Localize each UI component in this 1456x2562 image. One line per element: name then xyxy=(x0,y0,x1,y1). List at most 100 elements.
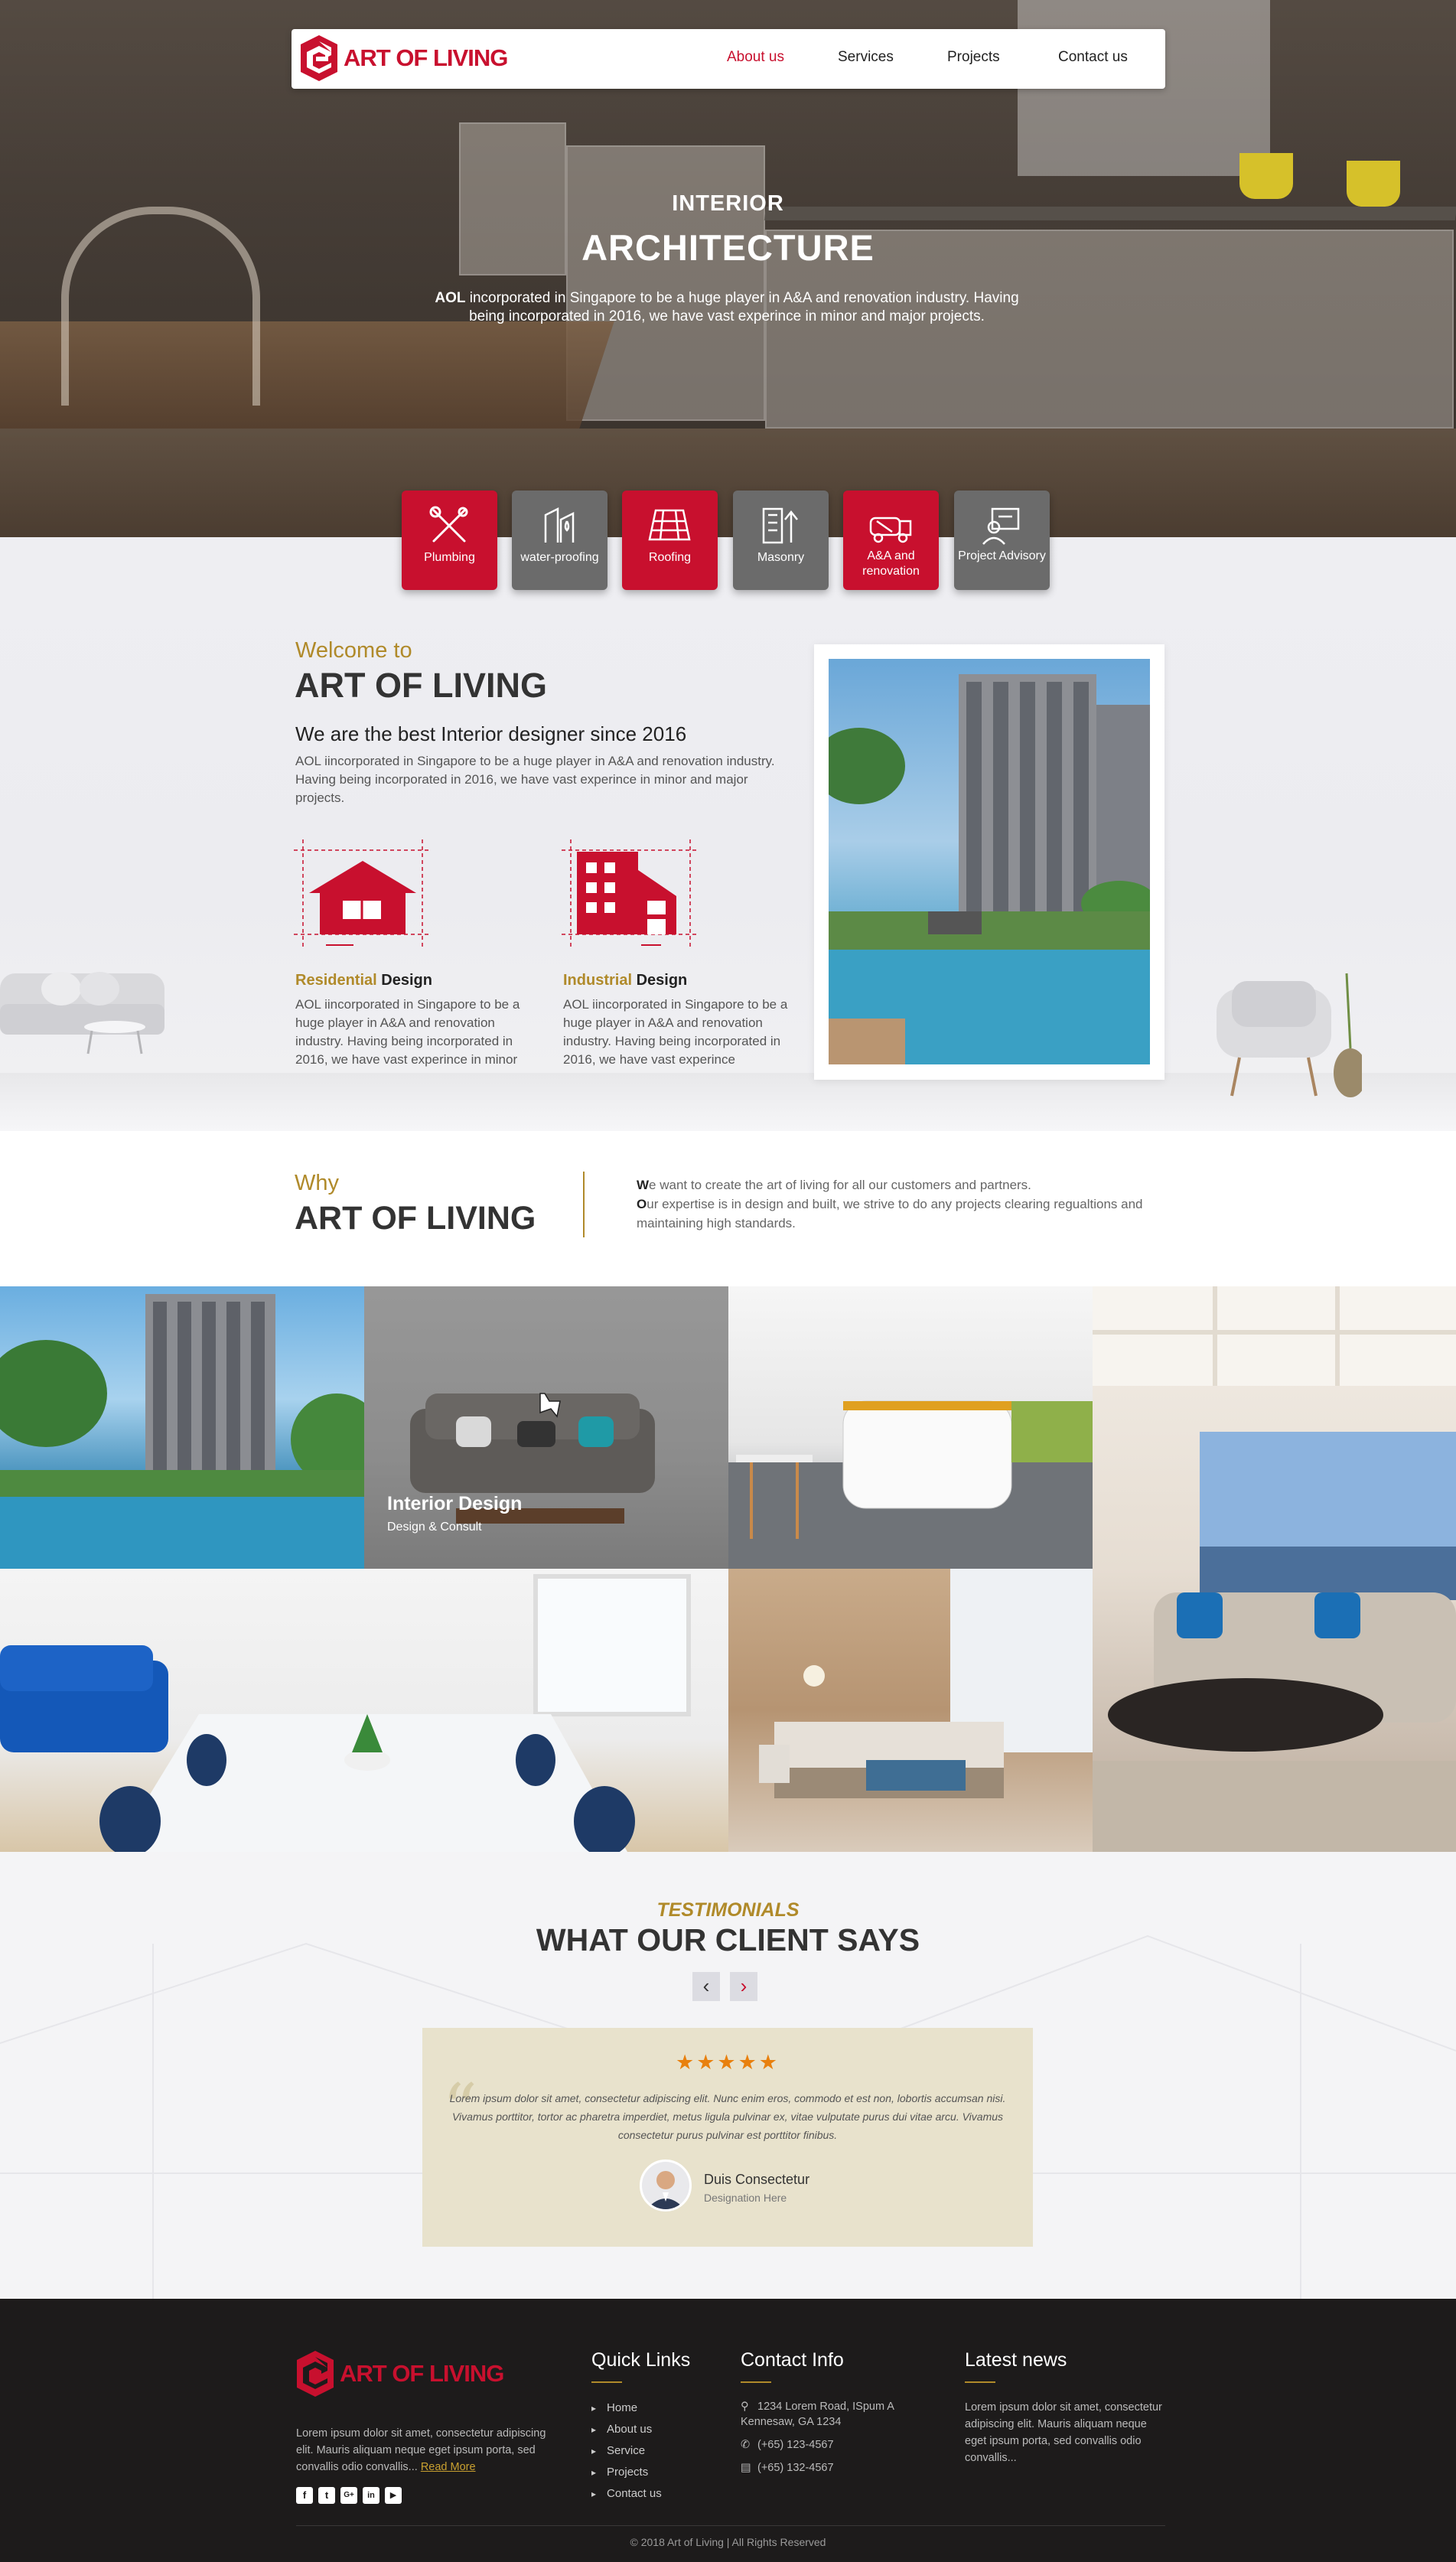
why-kicker: Why xyxy=(295,1171,339,1195)
residential-description: AOL iincorporated in Singapore to be a h… xyxy=(295,997,520,1067)
site-footer xyxy=(0,2299,1456,2562)
nav-projects[interactable]: Projects xyxy=(947,49,1000,66)
testimonials-kicker: TESTIMONIALS xyxy=(656,1899,800,1921)
footer-phone: ✆ (+65) 123-4567 xyxy=(741,2437,834,2453)
testimonials-title: WHAT OUR CLIENT SAYS xyxy=(536,1922,920,1957)
service-plumbing[interactable]: Plumbing xyxy=(402,491,497,590)
welcome-description: AOL iincorporated in Singapore to be a h… xyxy=(295,754,775,805)
logo-mark-icon xyxy=(301,35,337,81)
why-line2-initial: O xyxy=(637,1197,647,1211)
youtube-icon[interactable]: ▶ xyxy=(385,2487,402,2504)
client-avatar xyxy=(640,2159,692,2212)
service-project-advisory-label: Project Advisory xyxy=(958,549,1046,562)
cement-truck-icon xyxy=(869,517,912,543)
nav-contact-us[interactable]: Contact us xyxy=(1058,49,1128,66)
gallery-caption-title: Interior Design xyxy=(387,1493,523,1514)
testimonial-quote: Lorem ipsum dolor sit amet, consectetur … xyxy=(449,2092,1006,2141)
welcome-kicker: Welcome to xyxy=(295,638,412,663)
service-roofing-label: Roofing xyxy=(648,551,692,564)
hero-title: ARCHITECTURE xyxy=(581,227,875,268)
residential-highlight: Residential xyxy=(295,972,377,989)
residential-rest: Design xyxy=(376,972,432,989)
service-masonry-label: Masonry xyxy=(757,551,805,564)
footer-logo-mark-icon xyxy=(297,2351,334,2397)
wrench-screwdriver-icon xyxy=(429,506,468,543)
read-more-link[interactable]: Read More xyxy=(421,2461,476,2473)
top-navbar: ART OF LIVING About us Services Projects… xyxy=(292,29,1165,89)
testimonial-card: ★★★★★ “ Lorem ipsum dolor sit amet, cons… xyxy=(422,2028,1033,2247)
service-masonry[interactable]: Masonry xyxy=(733,491,829,590)
footer-address-text: 1234 Lorem Road, ISpum A Kennesaw, GA 12… xyxy=(741,2401,894,2428)
hero-desc-text: incorporated in Singapore to be a huge p… xyxy=(465,290,1019,324)
gallery-living-room[interactable] xyxy=(1093,1286,1456,1852)
gallery-condo-pool[interactable] xyxy=(0,1286,364,1569)
nav-about-us[interactable]: About us xyxy=(727,49,784,66)
hero-subtitle: INTERIOR xyxy=(672,191,784,216)
welcome-subtitle: We are the best Interior designer since … xyxy=(295,722,687,745)
industrial-rest: Design xyxy=(632,972,688,989)
service-roofing[interactable]: Roofing xyxy=(622,491,718,590)
nav-services[interactable]: Services xyxy=(838,49,894,66)
footer-logo[interactable]: ART OF LIVING xyxy=(294,2349,504,2398)
gallery-kitchen[interactable] xyxy=(728,1286,1093,1569)
footer-link-projects[interactable]: Projects xyxy=(591,2466,648,2479)
quick-links-underline xyxy=(591,2381,622,2383)
industrial-highlight: Industrial xyxy=(563,972,633,989)
facebook-icon[interactable]: f xyxy=(296,2487,313,2504)
industrial-design-title: Industrial Design xyxy=(563,972,687,989)
service-water-proofing[interactable]: water-proofing xyxy=(512,491,607,590)
latest-news-underline xyxy=(965,2381,995,2383)
footer-link-service[interactable]: Service xyxy=(591,2444,645,2457)
footer-logo-text: ART OF LIVING xyxy=(340,2360,504,2387)
brand-logo[interactable]: ART OF LIVING xyxy=(298,34,508,83)
quick-links-heading: Quick Links xyxy=(591,2349,691,2371)
welcome-title: ART OF LIVING xyxy=(295,666,547,705)
footer-address: ⚲ 1234 Lorem Road, ISpum A Kennesaw, GA 1… xyxy=(741,2399,917,2430)
industrial-description: AOL iincorporated in Singapore to be a h… xyxy=(563,997,788,1067)
client-designation: Designation Here xyxy=(704,2192,787,2204)
building-blueprint-icon xyxy=(562,839,699,947)
gallery-dining-office[interactable] xyxy=(0,1569,728,1852)
phone-icon: ✆ xyxy=(741,2439,751,2451)
water-drops-icon xyxy=(544,507,575,543)
twitter-icon[interactable]: t xyxy=(318,2487,335,2504)
footer-link-about[interactable]: About us xyxy=(591,2423,652,2436)
why-line1: e want to create the art of living for a… xyxy=(649,1178,1031,1192)
footer-link-home[interactable]: Home xyxy=(591,2401,637,2414)
google-plus-icon[interactable]: G+ xyxy=(340,2487,357,2504)
service-renovation[interactable]: A&A and renovation xyxy=(843,491,939,590)
hero-desc-bold: AOL xyxy=(435,290,466,306)
service-water-proofing-label: water-proofing xyxy=(520,551,599,564)
contact-info-underline xyxy=(741,2381,771,2383)
copyright: © 2018 Art of Living | All Rights Reserv… xyxy=(630,2536,826,2548)
residential-design-title: Residential Design xyxy=(295,972,432,989)
why-text: We want to create the art of living for … xyxy=(637,1175,1157,1233)
armchair-illustration xyxy=(1217,973,1362,1097)
footer-link-contact[interactable]: Contact us xyxy=(591,2487,662,2500)
footer-divider xyxy=(296,2525,1165,2526)
hero-floor xyxy=(0,429,1456,537)
footer-fax-text: (+65) 132-4567 xyxy=(757,2462,834,2474)
service-plumbing-label: Plumbing xyxy=(424,551,475,564)
why-title: ART OF LIVING xyxy=(295,1200,536,1237)
gallery-bedroom[interactable] xyxy=(728,1569,1093,1852)
contact-info-heading: Contact Info xyxy=(741,2349,844,2371)
testimonial-next-button[interactable]: › xyxy=(730,1972,757,2001)
hero-cabinet xyxy=(566,145,765,421)
sofa-illustration xyxy=(0,972,164,1054)
footer-phone-text: (+65) 123-4567 xyxy=(757,2439,834,2451)
logo-text: ART OF LIVING xyxy=(344,44,508,71)
service-renovation-label: A&A and renovation xyxy=(862,549,920,578)
gallery-interior-design[interactable]: Interior Design Design & Consult xyxy=(364,1286,728,1569)
map-pin-icon: ⚲ xyxy=(741,2401,749,2413)
why-line1-initial: W xyxy=(637,1178,650,1192)
fax-icon: ▤ xyxy=(741,2462,751,2474)
client-name: Duis Consectetur xyxy=(704,2172,810,2187)
advisor-icon xyxy=(982,507,1020,545)
latest-news-heading: Latest news xyxy=(965,2349,1067,2371)
service-project-advisory[interactable]: Project Advisory xyxy=(954,491,1050,590)
house-blueprint-icon xyxy=(294,839,432,947)
linkedin-icon[interactable]: in xyxy=(363,2487,379,2504)
testimonial-prev-button[interactable]: ‹ xyxy=(692,1972,720,2001)
footer-fax: ▤ (+65) 132-4567 xyxy=(741,2460,834,2476)
